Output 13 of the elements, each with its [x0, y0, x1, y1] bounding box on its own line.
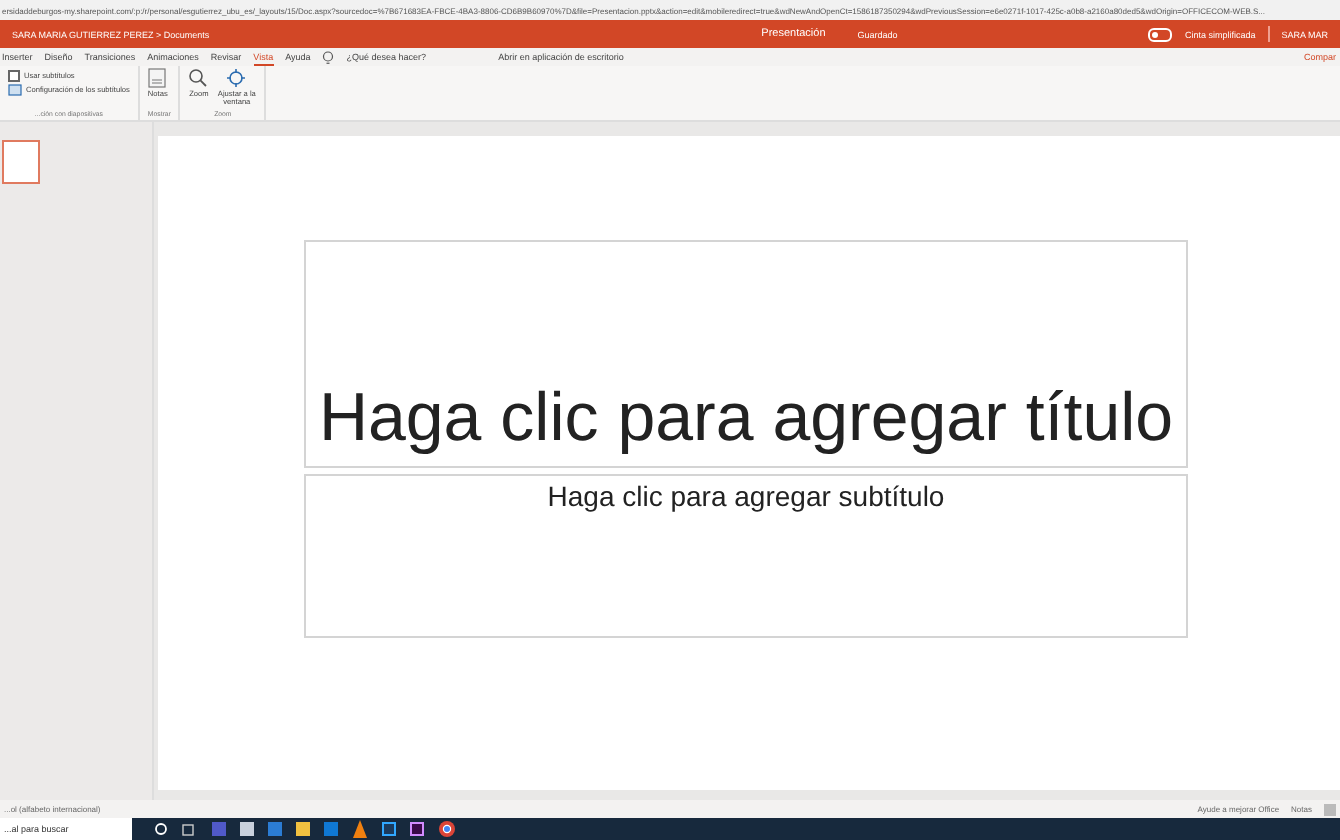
checkbox[interactable] — [8, 69, 20, 81]
lightbulb-icon — [322, 49, 335, 65]
browser-icon[interactable] — [438, 820, 456, 838]
traffic-cone-icon[interactable] — [352, 820, 368, 838]
subtitles-icon — [8, 83, 22, 95]
task-view-icon[interactable] — [182, 823, 198, 835]
fit-window-icon — [226, 68, 247, 88]
title-placeholder[interactable]: Haga clic para agregar título — [304, 240, 1188, 468]
slide-thumbnail[interactable] — [2, 140, 40, 184]
circle-icon[interactable] — [154, 822, 168, 836]
subtitle-placeholder[interactable]: Haga clic para agregar subtítulo — [304, 474, 1188, 638]
toggle-switch[interactable] — [1148, 27, 1173, 41]
search-icon — [188, 68, 209, 88]
